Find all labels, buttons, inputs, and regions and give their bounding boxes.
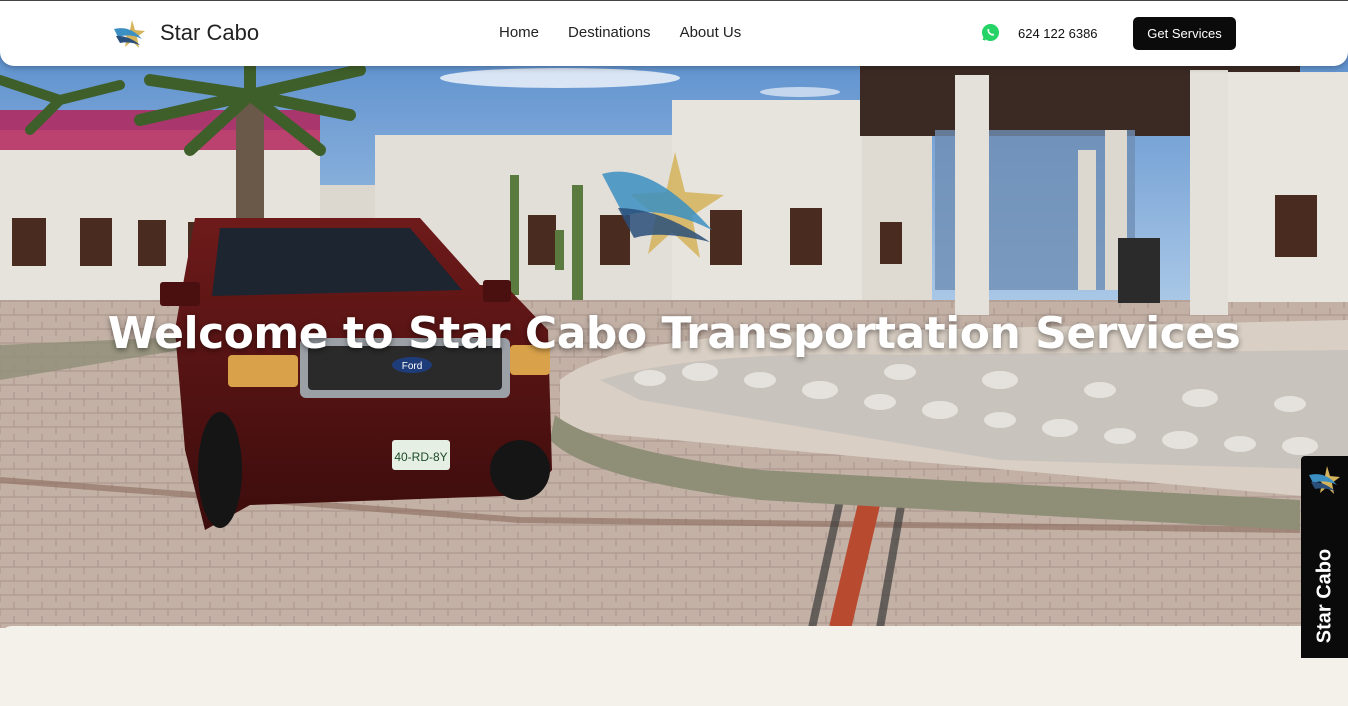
nav-destinations[interactable]: Destinations	[568, 24, 651, 41]
phone-number[interactable]: 624 122 6386	[1018, 26, 1098, 41]
site-header: Star Cabo Home Destinations About Us 624…	[0, 0, 1348, 66]
side-tab-label: Star Cabo	[1313, 548, 1336, 644]
side-brand-tab[interactable]: Star Cabo	[1301, 456, 1348, 658]
get-services-button[interactable]: Get Services	[1133, 17, 1236, 50]
star-logo-icon[interactable]	[112, 19, 146, 49]
star-logo-icon	[1309, 466, 1340, 494]
main-nav: Home Destinations About Us	[499, 24, 770, 41]
hero-title: Welcome to Star Cabo Transportation Serv…	[107, 308, 1241, 359]
star-logo-icon	[602, 152, 724, 258]
content-section	[0, 626, 1348, 706]
whatsapp-icon[interactable]	[981, 23, 1000, 42]
nav-about-us[interactable]: About Us	[680, 24, 742, 41]
car-badge: Ford	[402, 361, 423, 372]
license-plate: 40-RD-8Y	[394, 450, 447, 464]
brand-name[interactable]: Star Cabo	[160, 20, 259, 46]
nav-home[interactable]: Home	[499, 24, 539, 41]
